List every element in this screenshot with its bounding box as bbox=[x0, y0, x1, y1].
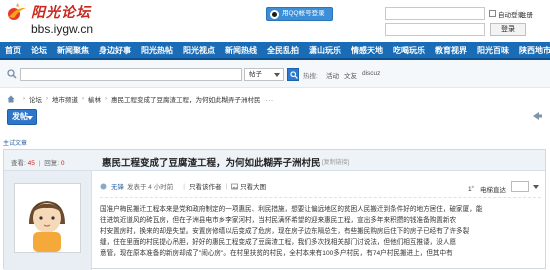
floor-jump-input[interactable] bbox=[511, 181, 529, 192]
chevron-down-icon bbox=[274, 73, 280, 77]
site-logo-url[interactable]: bbs.iygw.cn bbox=[31, 22, 93, 36]
section-label[interactable]: 主试文章 bbox=[3, 138, 27, 147]
qq-login-label: 用QQ帐号登录 bbox=[282, 10, 325, 17]
post-body: 国准户梅民搬迁工程本来是党和政府制定的一项惠民、利民措施，想要让偏远地区的贫困人… bbox=[100, 204, 543, 259]
go-arrow-icon[interactable] bbox=[532, 183, 540, 191]
login-button[interactable]: 登录 bbox=[490, 23, 526, 36]
search-submit-button[interactable] bbox=[287, 68, 299, 81]
nav-item-viewpoint[interactable]: 阳光视点 bbox=[178, 45, 220, 56]
breadcrumb-separator-icon: › bbox=[46, 96, 48, 102]
post-body-line: 村安置房时，换来的却是失望。安置房修缮以后变成了危房，现在房子边东隔总生，有些搬… bbox=[100, 228, 470, 235]
post-body-line: 往进筑近道风的砖瓦房，但在子洲县电市乡李家河村，当村民满怀希望的迎来惠民工程，宣… bbox=[100, 217, 457, 224]
views-count: 45 bbox=[27, 160, 35, 167]
breadcrumb-more: ... bbox=[265, 95, 274, 103]
meta-divider: | bbox=[183, 182, 185, 190]
avatar[interactable] bbox=[14, 183, 81, 253]
elevator-label: 电梯直达 bbox=[480, 187, 506, 194]
new-post-button[interactable]: 发帖 bbox=[7, 109, 37, 125]
breadcrumb-city-channel[interactable]: 地市频道 bbox=[52, 94, 78, 104]
stats-divider: | bbox=[38, 160, 41, 167]
thread-header: 查看: 45 | 回复: 0 惠民工程变成了豆腐渣工程，为何如此糊弄子洲村民 [… bbox=[4, 150, 545, 171]
replies-count: 0 bbox=[60, 160, 65, 167]
search-input[interactable] bbox=[20, 68, 242, 81]
new-post-label: 发帖 bbox=[12, 112, 28, 121]
main-nav: 首页 论坛 新闻聚焦 身边好事 阳光热帖 阳光视点 新闻热线 全民乱拍 潇山玩乐… bbox=[0, 42, 550, 60]
only-author-link[interactable]: 只看该作者 bbox=[189, 181, 222, 191]
replies-label: 回复: bbox=[44, 160, 59, 167]
home-icon[interactable] bbox=[7, 95, 15, 103]
register-link[interactable]: 注册 bbox=[520, 9, 533, 19]
return-list-arrow-icon[interactable] bbox=[531, 110, 543, 122]
nav-item-home[interactable]: 首页 bbox=[0, 45, 26, 56]
username-input[interactable] bbox=[385, 7, 485, 20]
breadcrumb-separator-icon: › bbox=[82, 96, 84, 102]
qq-penguin-icon bbox=[270, 10, 279, 19]
auto-login-checkbox[interactable] bbox=[489, 10, 496, 17]
nav-item-leisure[interactable]: 潇山玩乐 bbox=[304, 45, 346, 56]
post-body-line: 意管，现在原本准备的新房却成了"闹心房"。在村里扶贫的村民，全村本来有100多户… bbox=[100, 250, 453, 257]
floor-number[interactable]: 1# bbox=[468, 184, 474, 193]
nav-item-food-fun[interactable]: 吃喝玩乐 bbox=[388, 45, 430, 56]
site-logo-title[interactable]: 阳光论坛 bbox=[31, 2, 91, 22]
hot-search-link-events[interactable]: 活动 bbox=[326, 70, 339, 80]
site-header: 阳光论坛 bbs.iygw.cn 用QQ帐号登录 自动登录 | 注册 登录 bbox=[0, 0, 550, 42]
author-sidebar bbox=[4, 171, 92, 270]
magnifier-icon bbox=[290, 71, 298, 79]
nav-item-education[interactable]: 教育视界 bbox=[430, 45, 472, 56]
hot-search-link-friends[interactable]: 文友 bbox=[344, 70, 357, 80]
post-time: 发表于 4 小时前 bbox=[127, 184, 174, 191]
qq-login-button[interactable]: 用QQ帐号登录 bbox=[266, 7, 333, 21]
header-link-separator: | bbox=[516, 9, 518, 16]
nav-item-news[interactable]: 新闻聚焦 bbox=[52, 45, 94, 56]
password-input[interactable] bbox=[385, 23, 485, 36]
post-divider bbox=[100, 197, 541, 198]
author-name[interactable]: 无锋 bbox=[111, 181, 124, 191]
breadcrumb-separator-icon: › bbox=[23, 96, 25, 102]
nav-item-forum[interactable]: 论坛 bbox=[26, 45, 52, 56]
breadcrumb-forum[interactable]: 论坛 bbox=[29, 94, 42, 104]
search-icon bbox=[7, 69, 17, 79]
search-type-select[interactable]: 帖子 bbox=[244, 68, 284, 81]
nav-item-good-deeds[interactable]: 身边好事 bbox=[94, 45, 136, 56]
nav-item-hotline[interactable]: 新闻热线 bbox=[220, 45, 262, 56]
chevron-down-icon bbox=[27, 116, 33, 120]
nav-item-flavors[interactable]: 阳光百味 bbox=[472, 45, 514, 56]
image-icon bbox=[231, 183, 239, 189]
nav-item-cities[interactable]: 陕西地市 bbox=[514, 45, 550, 56]
view-large-image-link[interactable]: 只看大图 bbox=[240, 181, 266, 191]
nav-item-snapshots[interactable]: 全民乱拍 bbox=[262, 45, 304, 56]
thread-title: 惠民工程变成了豆腐渣工程，为何如此糊弄子洲村民 bbox=[102, 158, 321, 169]
floor-suffix: # bbox=[471, 184, 474, 189]
meta-divider: | bbox=[225, 182, 228, 190]
breadcrumb-current-thread[interactable]: 惠民工程变成了豆腐渣工程，为何如此糊弄子洲村民 bbox=[111, 94, 261, 104]
post-body-line: 缝，住在里面的村民提心吊胆，好好的惠民工程变成了豆腐渣工程，我们多次找相关部门讨… bbox=[100, 239, 457, 246]
search-bar: 帖子 热搜: 活动 文友 discuz bbox=[0, 60, 550, 88]
post-meta: 无锋 发表于 4 小时前 | 只看该作者 | 只看大图 bbox=[100, 180, 266, 192]
views-label: 查看: bbox=[11, 160, 26, 167]
breadcrumb-yulin[interactable]: 榆林 bbox=[88, 94, 101, 104]
online-status-icon bbox=[100, 183, 107, 189]
nav-item-hot-posts[interactable]: 阳光热帖 bbox=[136, 45, 178, 56]
default-avatar-icon bbox=[29, 201, 65, 252]
copy-link[interactable]: [复制链接] bbox=[322, 157, 349, 166]
post-body-line: 国准户梅民搬迁工程本来是党和政府制定的一项惠民、利民措施，想要让偏远地区的贫困人… bbox=[100, 206, 483, 213]
sun-logo-icon[interactable] bbox=[6, 3, 28, 23]
breadcrumb-separator-icon: › bbox=[105, 96, 107, 102]
breadcrumb: › 论坛 › 地市频道 › 榆林 › 惠民工程变成了豆腐渣工程，为何如此糊弄子洲… bbox=[7, 94, 274, 104]
thread-container: 查看: 45 | 回复: 0 惠民工程变成了豆腐渣工程，为何如此糊弄子洲村民 [… bbox=[3, 149, 546, 270]
thread-stats: 查看: 45 | 回复: 0 bbox=[11, 157, 64, 167]
hot-search-label: 热搜: bbox=[303, 73, 318, 80]
hot-search-link-discuz[interactable]: discuz bbox=[362, 70, 380, 77]
search-type-value: 帖子 bbox=[249, 71, 262, 78]
nav-item-emotion[interactable]: 情感天地 bbox=[346, 45, 388, 56]
